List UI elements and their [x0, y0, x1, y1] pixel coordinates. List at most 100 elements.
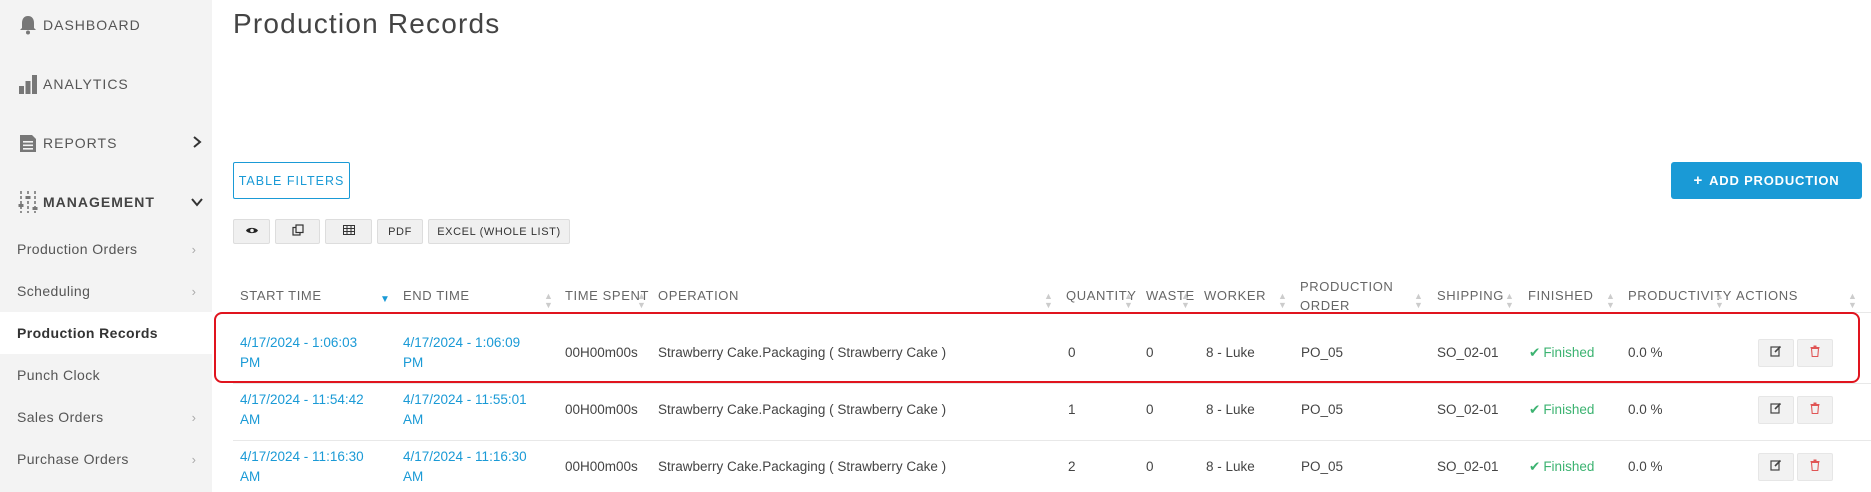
time-spent-cell: 00H00m00s	[565, 459, 638, 474]
sort-icon[interactable]: ▲ ▼	[1181, 292, 1190, 310]
start-time-cell[interactable]: 4/17/2024 - 1:06:03 PM	[240, 333, 390, 373]
start-time-date: 4/17/2024 - 11:16:30	[240, 449, 364, 464]
operation-cell: Strawberry Cake.Packaging ( Strawberry C…	[658, 345, 947, 360]
check-icon: ✔	[1529, 459, 1541, 474]
sort-icon[interactable]: ▲ ▼	[637, 292, 646, 310]
nav-reports-label: REPORTS	[43, 135, 118, 151]
operation-cell: Strawberry Cake.Packaging ( Strawberry C…	[658, 459, 947, 474]
finished-cell: ✔ Finished	[1529, 343, 1594, 363]
start-time-date: 4/17/2024 - 11:54:42	[240, 392, 364, 407]
header-worker[interactable]: WORKER	[1204, 286, 1266, 306]
nav-reports[interactable]: REPORTS	[0, 114, 212, 172]
operation-cell: Strawberry Cake.Packaging ( Strawberry C…	[658, 402, 947, 417]
delete-button[interactable]	[1797, 339, 1833, 367]
nav-management-label: MANAGEMENT	[43, 194, 155, 210]
sidebar-item-production-records[interactable]: Production Records	[0, 312, 212, 354]
start-time-cell[interactable]: 4/17/2024 - 11:16:30 AM	[240, 447, 390, 487]
delete-button[interactable]	[1797, 453, 1833, 481]
shipping-cell: SO_02-01	[1437, 345, 1499, 360]
header-actions: ACTIONS	[1736, 288, 1798, 303]
end-time-ampm: AM	[403, 469, 424, 484]
end-time-cell[interactable]: 4/17/2024 - 11:16:30 AM	[403, 447, 553, 487]
end-time-date: 4/17/2024 - 1:06:09	[403, 335, 521, 350]
excel-button[interactable]: EXCEL (WHOLE LIST)	[428, 219, 570, 244]
start-time-cell[interactable]: 4/17/2024 - 11:54:42 AM	[240, 390, 390, 430]
nav-analytics-label: ANALYTICS	[43, 76, 129, 92]
app-root: DASHBOARD ANALYTICS REPORTS MANAGEMENT P…	[0, 0, 1871, 492]
edit-button[interactable]	[1758, 339, 1794, 367]
delete-button[interactable]	[1797, 396, 1833, 424]
quantity-cell: 2	[1068, 459, 1076, 474]
nav-dashboard[interactable]: DASHBOARD	[0, 0, 212, 54]
trash-icon	[1810, 344, 1820, 362]
edit-button[interactable]	[1758, 396, 1794, 424]
sidebar-item-production-orders[interactable]: Production Orders ›	[0, 228, 212, 270]
row-divider	[233, 312, 1871, 313]
page-title: Production Records	[233, 8, 501, 39]
sidebar-item-sales-orders[interactable]: Sales Orders ›	[0, 396, 212, 438]
production-order-cell: PO_05	[1301, 345, 1344, 360]
sort-icon[interactable]: ▲ ▼	[1606, 292, 1615, 310]
quantity-cell: 0	[1068, 345, 1076, 360]
end-time-date: 4/17/2024 - 11:16:30	[403, 449, 527, 464]
header-shipping[interactable]: SHIPPING	[1437, 286, 1504, 306]
sidebar-item-purchase-orders[interactable]: Purchase Orders ›	[0, 438, 212, 480]
header-production-order-line2[interactable]: ORDER	[1300, 296, 1350, 316]
waste-cell: 0	[1146, 402, 1154, 417]
production-order-cell: PO_05	[1301, 459, 1344, 474]
sort-desc-icon[interactable]: ▼	[380, 295, 390, 305]
worker-cell: 8 - Luke	[1206, 345, 1255, 360]
sort-icon[interactable]: ▲ ▼	[1414, 292, 1423, 310]
nav-analytics[interactable]: ANALYTICS	[0, 55, 212, 113]
start-time-date: 4/17/2024 - 1:06:03	[240, 335, 358, 350]
finished-label: Finished	[1543, 402, 1595, 417]
shipping-cell: SO_02-01	[1437, 402, 1499, 417]
header-production-order-line1[interactable]: PRODUCTION	[1300, 277, 1393, 297]
sort-icon[interactable]: ▲ ▼	[1044, 292, 1053, 310]
sidebar-item-label: Punch Clock	[17, 367, 100, 383]
csv-button[interactable]	[325, 219, 372, 244]
waste-cell: 0	[1146, 459, 1154, 474]
sidebar-item-scheduling[interactable]: Scheduling ›	[0, 270, 212, 312]
bar-chart-icon	[18, 72, 38, 96]
start-time-ampm: PM	[240, 355, 261, 370]
sort-icon[interactable]: ▲ ▼	[1715, 292, 1724, 310]
waste-cell: 0	[1146, 345, 1154, 360]
copy-icon	[291, 224, 304, 239]
header-start-time[interactable]: START TIME	[240, 286, 322, 306]
row-divider	[233, 383, 1871, 384]
header-operation[interactable]: OPERATION	[658, 286, 739, 306]
chevron-right-icon	[182, 135, 212, 152]
end-time-date: 4/17/2024 - 11:55:01	[403, 392, 527, 407]
sort-icon[interactable]: ▲ ▼	[1124, 292, 1133, 310]
sort-icon[interactable]: ▲ ▼	[1505, 292, 1514, 310]
time-spent-cell: 00H00m00s	[565, 345, 638, 360]
nav-dashboard-label: DASHBOARD	[43, 17, 141, 33]
edit-icon	[1770, 458, 1782, 476]
chevron-down-icon	[182, 194, 212, 211]
finished-label: Finished	[1543, 345, 1595, 360]
table-filters-button[interactable]: TABLE FILTERS	[233, 162, 350, 199]
end-time-cell[interactable]: 4/17/2024 - 1:06:09 PM	[403, 333, 553, 373]
sort-icon[interactable]: ▲ ▼	[1848, 292, 1857, 310]
end-time-ampm: PM	[403, 355, 424, 370]
nav-management[interactable]: MANAGEMENT	[0, 173, 212, 231]
productivity-cell: 0.0 %	[1628, 345, 1663, 360]
sidebar-item-punch-clock[interactable]: Punch Clock	[0, 354, 212, 396]
check-icon: ✔	[1529, 402, 1541, 417]
edit-button[interactable]	[1758, 453, 1794, 481]
copy-button[interactable]	[275, 219, 320, 244]
start-time-ampm: AM	[240, 469, 261, 484]
chevron-right-icon: ›	[191, 451, 197, 467]
sort-icon[interactable]: ▲ ▼	[1278, 292, 1287, 310]
sort-icon[interactable]: ▲ ▼	[544, 292, 553, 310]
end-time-ampm: AM	[403, 412, 424, 427]
add-production-button[interactable]: + ADD PRODUCTION	[1671, 162, 1862, 199]
edit-icon	[1770, 401, 1782, 419]
pdf-button[interactable]: PDF	[377, 219, 423, 244]
header-end-time[interactable]: END TIME	[403, 286, 470, 306]
header-finished[interactable]: FINISHED	[1528, 286, 1593, 306]
edit-icon	[1770, 344, 1782, 362]
end-time-cell[interactable]: 4/17/2024 - 11:55:01 AM	[403, 390, 553, 430]
column-visibility-button[interactable]	[233, 219, 270, 244]
